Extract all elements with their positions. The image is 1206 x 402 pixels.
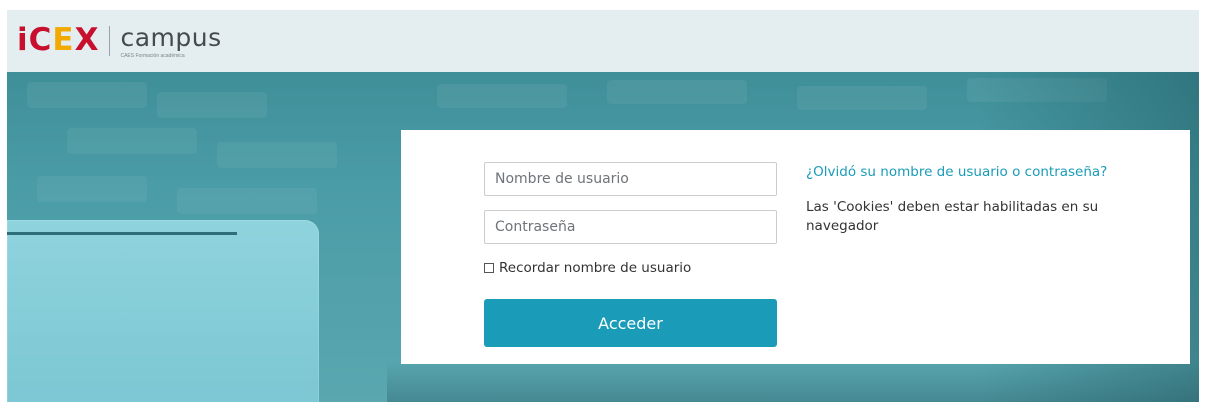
login-submit-button[interactable]: Acceder xyxy=(484,299,777,347)
campus-tagline: CAES Formación académica xyxy=(120,53,185,59)
forgot-credentials-link[interactable]: ¿Olvidó su nombre de usuario o contraseñ… xyxy=(806,164,1107,180)
background-monitor xyxy=(7,220,319,402)
campus-wordmark: campus CAES Formación académica xyxy=(120,24,221,60)
password-input[interactable] xyxy=(484,210,777,244)
site-header: iCEX campus CAES Formación académica xyxy=(7,10,1199,72)
background-brick xyxy=(27,82,147,108)
campus-wordmark-text: campus xyxy=(120,23,222,52)
background-brick xyxy=(157,92,267,118)
login-card: Recordar nombre de usuario Acceder ¿Olvi… xyxy=(401,130,1190,364)
background-brick xyxy=(797,86,927,110)
remember-username-label: Recordar nombre de usuario xyxy=(499,260,692,276)
background-brick xyxy=(607,80,747,104)
background-brick xyxy=(67,128,197,154)
icex-wordmark: iCEX xyxy=(17,24,99,56)
username-input[interactable] xyxy=(484,162,777,196)
icex-wordmark-prefix: iC xyxy=(17,22,53,58)
icex-campus-logo[interactable]: iCEX campus CAES Formación académica xyxy=(17,24,222,60)
background-shade xyxy=(387,362,1199,402)
icex-wordmark-suffix: X xyxy=(74,22,100,58)
background-brick xyxy=(217,142,337,168)
page-frame: iCEX campus CAES Formación académica Nom… xyxy=(7,10,1199,402)
background-brick xyxy=(437,84,567,108)
logo-divider xyxy=(109,26,111,56)
background-monitor-edge xyxy=(7,232,237,235)
background-brick xyxy=(177,188,317,214)
cookies-notice: Las 'Cookies' deben estar habilitadas en… xyxy=(806,199,1099,234)
checkbox-unchecked-icon[interactable] xyxy=(484,263,494,273)
remember-username-checkbox[interactable]: Recordar nombre de usuario xyxy=(484,260,691,276)
background-brick xyxy=(37,176,147,202)
icex-wordmark-e: E xyxy=(52,22,75,58)
